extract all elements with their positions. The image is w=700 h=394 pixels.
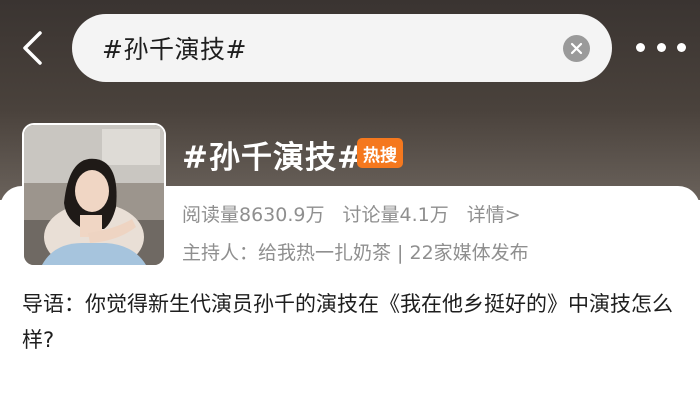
more-icon-dot [636, 42, 645, 52]
topic-avatar[interactable] [22, 123, 166, 267]
read-count: 阅读量8630.9万 [182, 204, 325, 226]
more-icon-dot [656, 42, 666, 52]
clear-search-button[interactable] [563, 35, 590, 62]
hot-search-badge: 热搜 [357, 138, 403, 168]
discussion-count: 讨论量4.1万 [342, 204, 449, 226]
topic-intro: 导语：你觉得新生代演员孙千的演技在《我在他乡挺好的》中演技怎么样? [22, 292, 673, 352]
host-info[interactable]: 主持人：给我热一扎奶茶 | 22家媒体发布 [182, 238, 529, 265]
topic-stats: 阅读量8630.9万 讨论量4.1万 详情> [182, 200, 539, 227]
back-button[interactable] [14, 28, 50, 68]
search-input[interactable]: #孙千演技# [72, 14, 612, 82]
chevron-left-icon [23, 31, 42, 65]
details-link[interactable]: 详情> [467, 204, 521, 226]
close-icon [570, 42, 583, 55]
more-icon-dot [677, 42, 686, 52]
person-photo [24, 125, 164, 265]
topic-title: #孙千演技# [182, 140, 364, 176]
more-options-button[interactable] [636, 38, 686, 56]
search-query: #孙千演技# [102, 35, 247, 64]
